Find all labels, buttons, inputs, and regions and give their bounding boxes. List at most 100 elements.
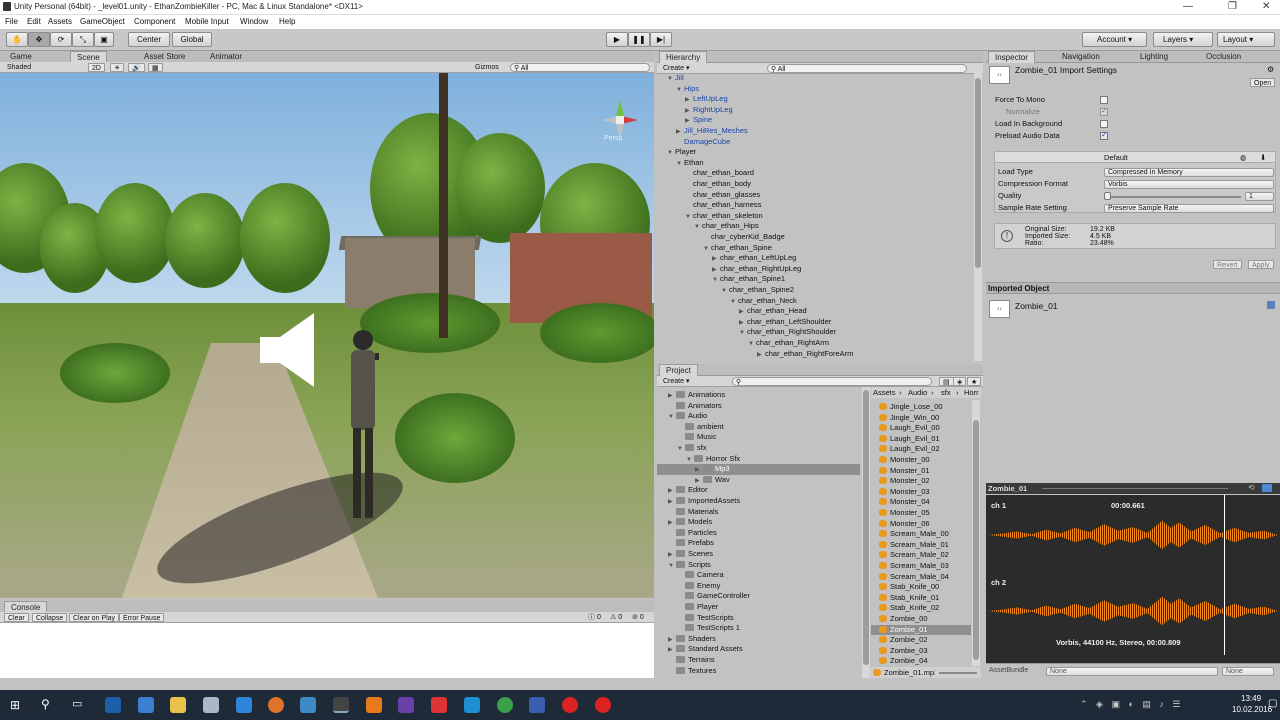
app-icon[interactable]: [300, 697, 316, 713]
hierarchy-item[interactable]: char_cyberKid_Badge: [703, 232, 785, 242]
project-file-item[interactable]: Jingle_Win_00: [871, 413, 971, 423]
effects-dropdown-icon[interactable]: ▦: [148, 63, 163, 72]
hierarchy-item[interactable]: ▶ Spine: [685, 115, 712, 126]
project-folder-item[interactable]: Textures: [657, 666, 860, 676]
tab-project[interactable]: Project: [659, 364, 698, 376]
hierarchy-item[interactable]: ▶ char_ethan_LeftShoulder: [739, 317, 831, 328]
edge-browser-icon[interactable]: [236, 697, 252, 713]
apply-button[interactable]: Apply: [1248, 260, 1274, 269]
project-folder-item[interactable]: Particles: [657, 528, 860, 538]
expand-arrow-down-icon[interactable]: ▼: [677, 444, 685, 454]
project-file-item[interactable]: Zombie_04: [871, 656, 971, 666]
console-collapse-button[interactable]: Collapse: [32, 613, 68, 622]
hierarchy-item[interactable]: char_ethan_glasses: [685, 190, 760, 200]
expand-arrow-down-icon[interactable]: ▼: [668, 412, 676, 422]
hierarchy-item[interactable]: ▼ Jill: [667, 73, 684, 84]
project-folder-item[interactable]: ▶ Standard Assets: [657, 644, 860, 655]
expand-arrow-down-icon[interactable]: ▼: [694, 222, 702, 232]
hierarchy-item[interactable]: ▼ char_ethan_Hips: [694, 221, 759, 232]
console-clear-on-play-button[interactable]: Clear on Play: [69, 613, 120, 622]
menu-component[interactable]: Component: [134, 17, 175, 26]
web-platform-icon[interactable]: ◍: [1240, 153, 1247, 162]
layers-dropdown[interactable]: Layers ▾: [1153, 32, 1213, 47]
normalize-checkbox[interactable]: [1100, 106, 1108, 116]
hierarchy-item[interactable]: ▼ Ethan: [676, 158, 704, 169]
app-icon[interactable]: [464, 697, 480, 713]
project-file-item[interactable]: Zombie_02: [871, 635, 971, 645]
hierarchy-item[interactable]: ▼ char_ethan_Spine1: [712, 274, 785, 285]
expand-arrow-right-icon[interactable]: ▶: [668, 518, 676, 528]
expand-arrow-right-icon[interactable]: ▶: [695, 465, 703, 475]
expand-arrow-down-icon[interactable]: ▼: [667, 148, 675, 158]
hierarchy-item[interactable]: char_ethan_body: [685, 179, 751, 189]
step-button[interactable]: ▶|: [650, 32, 672, 47]
console-warning-count[interactable]: ⚠ 0: [607, 613, 625, 622]
expand-arrow-down-icon[interactable]: ▼: [721, 286, 729, 296]
project-file-item[interactable]: Jingle_Lose_00: [871, 402, 971, 412]
hierarchy-scrollbar[interactable]: [974, 73, 982, 361]
expand-arrow-right-icon[interactable]: ▶: [695, 476, 703, 486]
project-folder-item[interactable]: ▼ Audio: [657, 411, 860, 422]
project-folder-item[interactable]: Prefabs: [657, 538, 860, 548]
task-view-icon[interactable]: ▭: [72, 697, 82, 710]
preload-audio-data-checkbox[interactable]: [1100, 130, 1108, 140]
expand-arrow-right-icon[interactable]: ▶: [712, 265, 720, 275]
project-tree-scroll-thumb[interactable]: [863, 390, 869, 665]
project-folder-item[interactable]: ▶ Animations: [657, 390, 860, 401]
player-character[interactable]: [345, 328, 379, 528]
breadcrumb-sfx[interactable]: sfx: [941, 388, 951, 397]
hierarchy-create-dropdown[interactable]: Create ▾: [660, 64, 692, 73]
expand-arrow-down-icon[interactable]: ▼: [712, 275, 720, 285]
app-icon[interactable]: [431, 697, 447, 713]
project-folder-item[interactable]: ▶ Scenes: [657, 549, 860, 560]
project-file-item[interactable]: Laugh_Evil_00: [871, 423, 971, 433]
revert-button[interactable]: Revert: [1213, 260, 1242, 269]
mode-2d-toggle[interactable]: 2D: [88, 63, 105, 72]
breadcrumb-assets[interactable]: Assets: [873, 388, 896, 397]
pause-button[interactable]: ❚❚: [628, 32, 650, 47]
project-folder-item[interactable]: ▶ Shaders: [657, 634, 860, 645]
project-file-item[interactable]: Monster_05: [871, 508, 971, 518]
project-file-item[interactable]: Laugh_Evil_01: [871, 434, 971, 444]
quality-slider-handle[interactable]: [1104, 192, 1111, 200]
store-app-icon[interactable]: [203, 697, 219, 713]
tab-occlusion[interactable]: Occlusion: [1200, 51, 1247, 63]
expand-arrow-right-icon[interactable]: ▶: [757, 350, 765, 360]
lighting-toggle-icon[interactable]: ☀: [110, 63, 125, 72]
playhead-line[interactable]: [1224, 495, 1225, 655]
object-help-icon[interactable]: [1267, 301, 1275, 309]
hierarchy-item[interactable]: ▼ char_ethan_skeleton: [685, 211, 763, 222]
console-error-count[interactable]: ⊘ 0: [629, 613, 647, 622]
expand-arrow-down-icon[interactable]: ▼: [667, 74, 675, 84]
quality-value-input[interactable]: 1: [1245, 192, 1274, 201]
asset-bundle-dropdown[interactable]: None: [1046, 667, 1218, 676]
expand-arrow-down-icon[interactable]: ▼: [676, 159, 684, 169]
console-log-count[interactable]: ⓘ 0: [585, 613, 604, 622]
asset-bundle-variant-dropdown[interactable]: None: [1222, 667, 1274, 676]
tab-hierarchy[interactable]: Hierarchy: [659, 51, 708, 63]
hierarchy-item[interactable]: ▼ char_ethan_RightArm: [748, 338, 829, 349]
settings-app-icon[interactable]: [138, 697, 154, 713]
hierarchy-search-input[interactable]: ⚲ All: [767, 64, 967, 73]
record-app-icon[interactable]: [562, 697, 578, 713]
project-file-item[interactable]: Stab_Knife_02: [871, 603, 971, 613]
expand-arrow-right-icon[interactable]: ▶: [668, 635, 676, 645]
hierarchy-item[interactable]: ▼ char_ethan_Spine2: [721, 285, 794, 296]
filter-type-icon[interactable]: ▤: [939, 377, 954, 386]
project-file-item[interactable]: Monster_06: [871, 519, 971, 529]
menu-help[interactable]: Help: [279, 17, 295, 26]
breadcrumb-audio[interactable]: Audio: [908, 388, 927, 397]
minimize-button[interactable]: —: [1183, 1, 1193, 12]
unity-taskbar-icon[interactable]: [333, 697, 349, 713]
project-file-item[interactable]: Monster_04: [871, 497, 971, 507]
project-folder-item[interactable]: TestScripts: [657, 613, 860, 623]
blender-icon[interactable]: [366, 697, 382, 713]
expand-arrow-down-icon[interactable]: ▼: [748, 339, 756, 349]
project-folder-item[interactable]: ▶ Models: [657, 517, 860, 528]
gizmos-dropdown[interactable]: Gizmos: [472, 63, 502, 72]
expand-arrow-down-icon[interactable]: ▼: [703, 244, 711, 254]
expand-arrow-right-icon[interactable]: ▶: [712, 254, 720, 264]
hierarchy-item[interactable]: ▶ char_ethan_RightForeArm: [757, 349, 853, 360]
force-to-mono-checkbox[interactable]: [1100, 96, 1108, 104]
expand-arrow-right-icon[interactable]: ▶: [685, 116, 693, 126]
